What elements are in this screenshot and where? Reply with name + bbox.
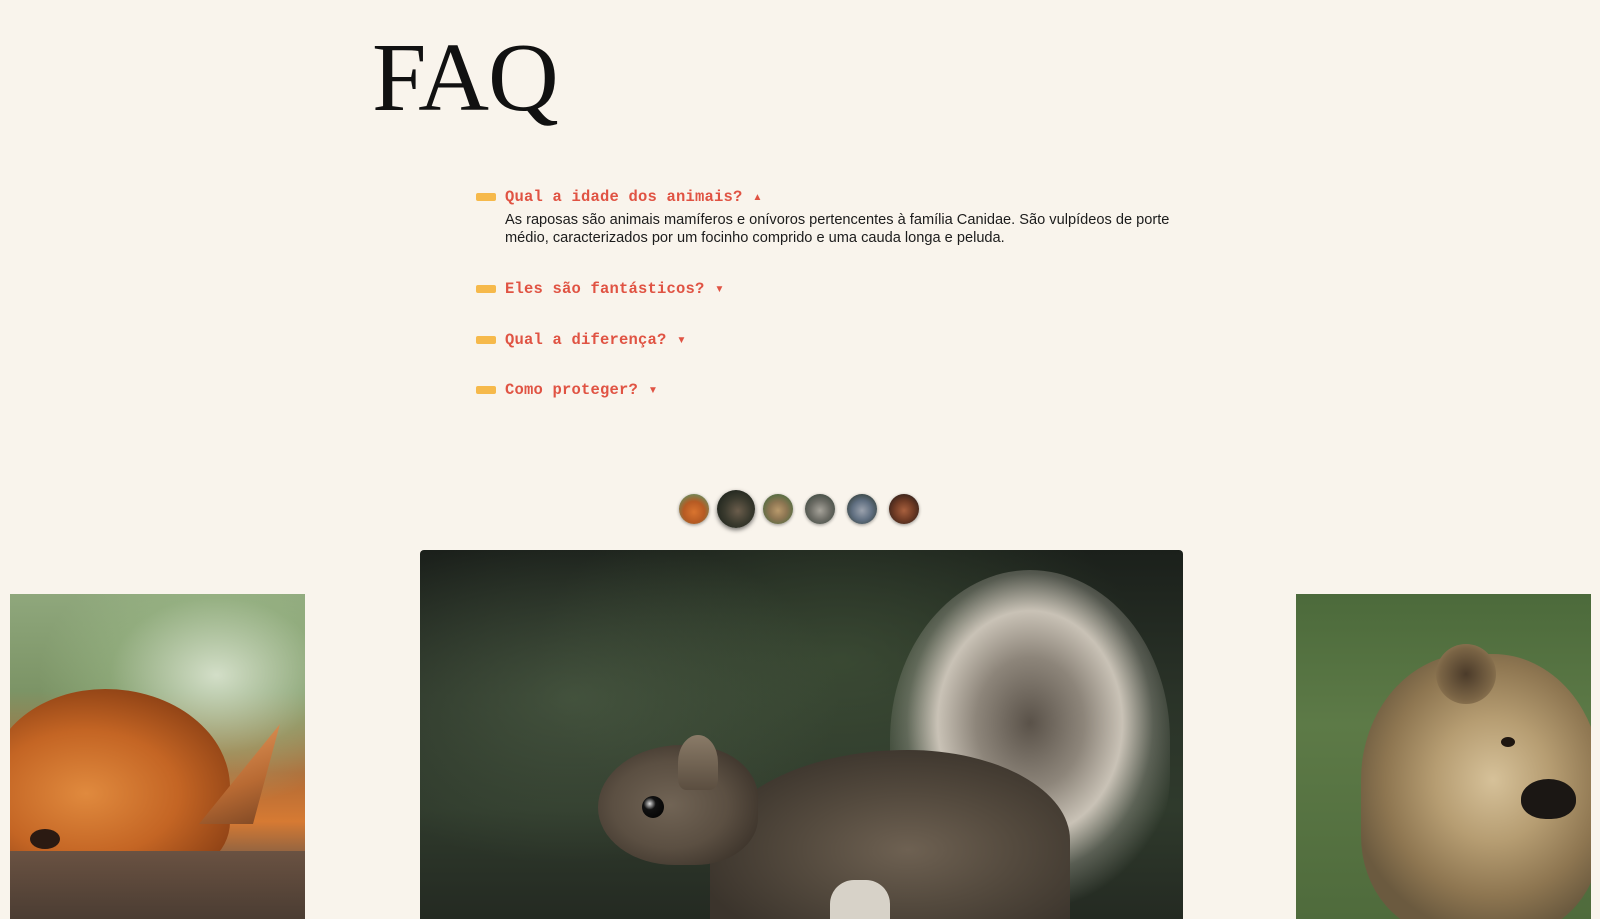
faq-question-toggle[interactable]: Como proteger? ▼ bbox=[476, 379, 658, 401]
faq-question-text: Qual a diferença? bbox=[505, 331, 667, 349]
faq-item: Qual a diferença? ▼ bbox=[476, 329, 686, 351]
marker-icon bbox=[476, 193, 496, 201]
marker-icon bbox=[476, 386, 496, 394]
thumbnail-fox[interactable] bbox=[679, 494, 709, 524]
faq-list: Qual a idade dos animais? ▲ As raposas s… bbox=[476, 186, 1216, 399]
carousel-slide-squirrel-active[interactable] bbox=[420, 550, 1183, 919]
box-edge bbox=[10, 851, 305, 919]
marker-icon bbox=[476, 336, 496, 344]
faq-question-text: Qual a idade dos animais? bbox=[505, 188, 743, 206]
thumbnail-wolf[interactable] bbox=[805, 494, 835, 524]
faq-item: Eles são fantásticos? ▼ bbox=[476, 278, 724, 300]
fox-nose bbox=[30, 829, 60, 849]
bear-ear bbox=[1436, 644, 1496, 704]
carousel-slide-fox[interactable] bbox=[10, 594, 305, 919]
bear-nose bbox=[1521, 779, 1576, 819]
faq-question-text: Eles são fantásticos? bbox=[505, 280, 705, 298]
caret-down-icon: ▼ bbox=[648, 384, 658, 396]
caret-down-icon: ▼ bbox=[714, 283, 725, 295]
faq-answer: As raposas são animais mamíferos e onívo… bbox=[505, 212, 1170, 246]
caret-down-icon: ▼ bbox=[676, 334, 687, 346]
page-title: FAQ bbox=[372, 24, 559, 132]
thumbnail-squirrel[interactable] bbox=[717, 490, 755, 528]
marker-icon bbox=[476, 285, 496, 293]
faq-item: Qual a idade dos animais? ▲ As raposas s… bbox=[476, 186, 1216, 247]
thumbnail-monkey[interactable] bbox=[847, 494, 877, 524]
thumbnail-orangutan[interactable] bbox=[889, 494, 919, 524]
faq-item: Como proteger? ▼ bbox=[476, 379, 658, 401]
faq-question-toggle[interactable]: Eles são fantásticos? ▼ bbox=[476, 278, 724, 300]
faq-question-toggle[interactable]: Qual a idade dos animais? ▲ bbox=[476, 186, 1216, 208]
squirrel-ear bbox=[678, 735, 718, 790]
carousel-slide-bear[interactable] bbox=[1296, 594, 1591, 919]
squirrel-belly bbox=[830, 880, 890, 919]
squirrel-body bbox=[710, 750, 1070, 919]
caret-up-icon: ▲ bbox=[752, 191, 763, 203]
squirrel-eye bbox=[642, 796, 664, 818]
bear-eye bbox=[1501, 737, 1515, 747]
carousel-thumbnails bbox=[679, 490, 931, 528]
faq-question-toggle[interactable]: Qual a diferença? ▼ bbox=[476, 329, 686, 351]
thumbnail-bear[interactable] bbox=[763, 494, 793, 524]
faq-question-text: Como proteger? bbox=[505, 381, 639, 399]
